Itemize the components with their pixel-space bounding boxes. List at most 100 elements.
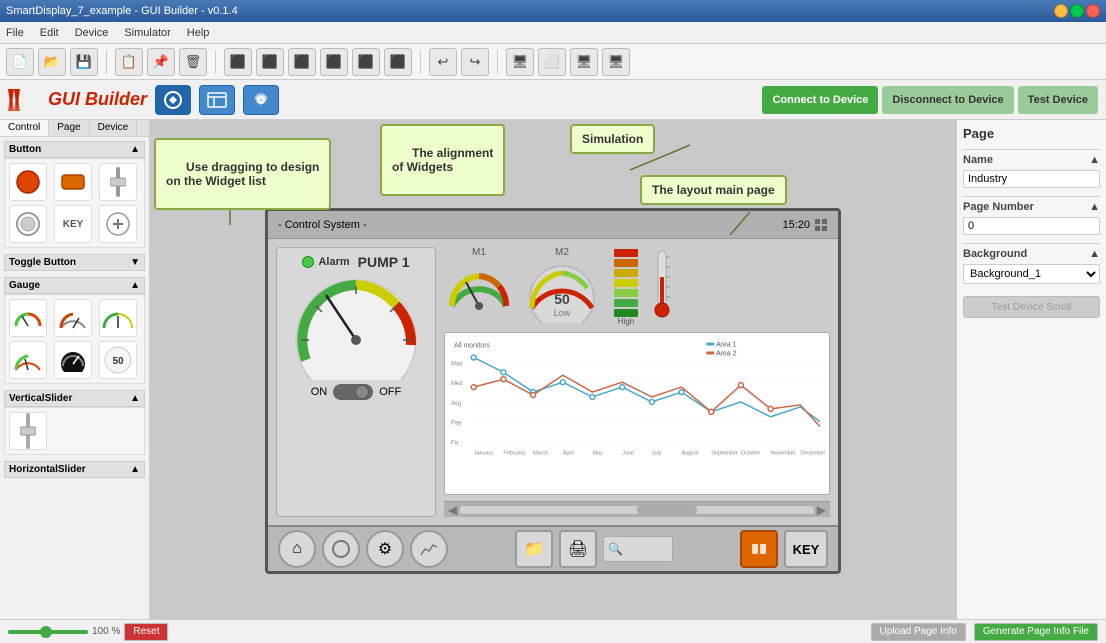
gauge-section-header[interactable]: Gauge ▲ bbox=[4, 277, 145, 294]
pump-section: Alarm PUMP 1 bbox=[276, 247, 436, 517]
toolbar-sep2 bbox=[215, 50, 216, 74]
screen2-btn[interactable]: 🖥 bbox=[602, 48, 630, 76]
scroll-left-btn[interactable]: ◀ bbox=[448, 503, 457, 517]
redo-btn[interactable]: ↪ bbox=[461, 48, 489, 76]
reset-btn[interactable]: Reset bbox=[124, 623, 168, 641]
scroll-track[interactable] bbox=[459, 505, 815, 515]
search-field[interactable]: 🔍 bbox=[603, 536, 673, 562]
svg-text:Max: Max bbox=[451, 361, 462, 367]
layout-btn[interactable] bbox=[199, 85, 235, 115]
menu-device[interactable]: Device bbox=[75, 27, 109, 39]
key-button-widget[interactable]: KEY bbox=[54, 205, 92, 243]
sidebar-tabs: Control Page Device bbox=[0, 120, 149, 137]
gauge-widget-5[interactable] bbox=[54, 341, 92, 379]
copy-btn[interactable]: 📋 bbox=[115, 48, 143, 76]
vslider-section-header[interactable]: VerticalSlider ▲ bbox=[4, 390, 145, 407]
paste-btn[interactable]: 📌 bbox=[147, 48, 175, 76]
toggle-switch[interactable] bbox=[333, 384, 373, 400]
svg-text:Avg: Avg bbox=[451, 401, 461, 407]
left-sidebar: Control Page Device Button ▲ bbox=[0, 120, 150, 619]
home-footer-btn[interactable]: ⌂ bbox=[278, 530, 316, 568]
upload-page-btn[interactable]: Upload Page Info bbox=[871, 623, 966, 641]
hslider-section-header[interactable]: HorizontalSlider ▲ bbox=[4, 461, 145, 478]
power-footer-btn[interactable] bbox=[740, 530, 778, 568]
vslider-widget[interactable] bbox=[9, 412, 47, 450]
gauge-widget-4[interactable] bbox=[9, 341, 47, 379]
widget-list-btn[interactable] bbox=[155, 85, 191, 115]
window-controls bbox=[1054, 4, 1100, 18]
align-bottom-btn[interactable]: ⬛ bbox=[352, 48, 380, 76]
toggle-knob bbox=[355, 385, 369, 399]
monitor-btn[interactable]: 🖥 bbox=[506, 48, 534, 76]
folder-footer-btn[interactable]: 📁 bbox=[515, 530, 553, 568]
low-label: Low bbox=[554, 308, 571, 318]
gauge-widget-6[interactable]: 50 bbox=[99, 341, 137, 379]
name-input[interactable] bbox=[963, 170, 1100, 188]
panel-name-header[interactable]: Name ▲ bbox=[963, 154, 1100, 166]
distribute-btn[interactable]: ⬛ bbox=[384, 48, 412, 76]
align-center-btn[interactable]: ⬛ bbox=[256, 48, 284, 76]
callout-drag: Use dragging to design on the Widget lis… bbox=[154, 138, 331, 210]
generate-page-btn[interactable]: Generate Page Info File bbox=[974, 623, 1098, 641]
test-device-btn[interactable]: Test Device bbox=[1018, 86, 1098, 114]
ww-logo-icon bbox=[8, 89, 44, 111]
circle-button-widget[interactable] bbox=[9, 205, 47, 243]
menu-help[interactable]: Help bbox=[187, 27, 210, 39]
align-top-btn[interactable]: ⬛ bbox=[320, 48, 348, 76]
open-btn[interactable]: 📂 bbox=[38, 48, 66, 76]
plus-button-widget[interactable] bbox=[99, 205, 137, 243]
undo-btn[interactable]: ↩ bbox=[429, 48, 457, 76]
delete-btn[interactable]: 🗑 bbox=[179, 48, 207, 76]
background-select[interactable]: Background_1 Background_2 bbox=[963, 264, 1100, 284]
maximize-btn[interactable] bbox=[1070, 4, 1084, 18]
toggle-section-header[interactable]: Toggle Button ▼ bbox=[4, 254, 145, 271]
orange-button-widget[interactable] bbox=[54, 163, 92, 201]
screen1-btn[interactable]: 🖥 bbox=[570, 48, 598, 76]
chart-section: All monitors Max Med Avg Pay Fix bbox=[444, 332, 830, 495]
slider-button-widget[interactable] bbox=[99, 163, 137, 201]
circle-footer-btn[interactable] bbox=[322, 530, 360, 568]
panel-pagenum-section: Page Number ▲ bbox=[963, 196, 1100, 239]
round-button-widget[interactable] bbox=[9, 163, 47, 201]
key-footer-btn[interactable]: KEY bbox=[784, 530, 828, 568]
pump-label: PUMP 1 bbox=[358, 254, 410, 270]
minimize-btn[interactable] bbox=[1054, 4, 1068, 18]
vslider-icon bbox=[20, 413, 36, 449]
close-btn[interactable] bbox=[1086, 4, 1100, 18]
mini-gauges-row: M1 bbox=[444, 247, 830, 326]
align-right-btn[interactable]: ⬛ bbox=[288, 48, 316, 76]
menu-file[interactable]: File bbox=[6, 27, 24, 39]
tab-device[interactable]: Device bbox=[90, 120, 138, 136]
hslider-section: HorizontalSlider ▲ bbox=[4, 461, 145, 478]
menu-simulator[interactable]: Simulator bbox=[124, 27, 170, 39]
settings-icon bbox=[251, 90, 271, 110]
layout-icon bbox=[207, 92, 227, 108]
chart-footer-btn[interactable] bbox=[410, 530, 448, 568]
settings-btn[interactable] bbox=[243, 85, 279, 115]
save-btn[interactable]: 💾 bbox=[70, 48, 98, 76]
align-left-btn[interactable]: ⬛ bbox=[224, 48, 252, 76]
settings-footer-btn[interactable]: ⚙ bbox=[366, 530, 404, 568]
svg-text:December: December bbox=[800, 450, 825, 456]
zoom-slider[interactable] bbox=[8, 630, 88, 634]
gauge-widget-3[interactable] bbox=[99, 299, 137, 337]
gauge-section: Gauge ▲ bbox=[4, 277, 145, 384]
screen-scrollbar[interactable]: ◀ ▶ bbox=[444, 501, 830, 517]
menu-edit[interactable]: Edit bbox=[40, 27, 59, 39]
print-footer-btn[interactable]: 🖨 bbox=[559, 530, 597, 568]
button-section-header[interactable]: Button ▲ bbox=[4, 141, 145, 158]
new-btn[interactable]: 📄 bbox=[6, 48, 34, 76]
scroll-thumb[interactable] bbox=[637, 506, 697, 514]
tab-page[interactable]: Page bbox=[49, 120, 89, 136]
tab-control[interactable]: Control bbox=[0, 120, 49, 136]
gauge-widget-1[interactable] bbox=[9, 299, 47, 337]
preview-btn[interactable]: ⬜ bbox=[538, 48, 566, 76]
connect-device-btn[interactable]: Connect to Device bbox=[762, 86, 878, 114]
page-number-input[interactable] bbox=[963, 217, 1100, 235]
panel-pagenum-header[interactable]: Page Number ▲ bbox=[963, 201, 1100, 213]
scroll-right-btn[interactable]: ▶ bbox=[817, 503, 826, 517]
test-device-scroll-btn[interactable]: Test Device Scroll bbox=[963, 296, 1100, 318]
panel-bg-header[interactable]: Background ▲ bbox=[963, 248, 1100, 260]
disconnect-device-btn[interactable]: Disconnect to Device bbox=[882, 86, 1013, 114]
gauge-widget-2[interactable] bbox=[54, 299, 92, 337]
